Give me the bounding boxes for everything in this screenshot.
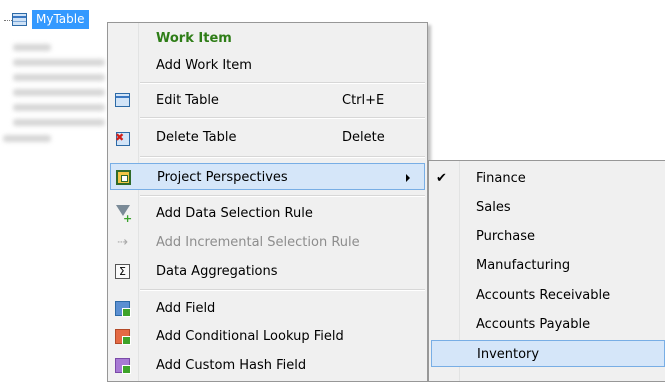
tree-node-blurred[interactable] [13,44,51,51]
submenu-item-sales[interactable]: Sales [431,194,665,221]
perspectives-submenu: ✔ Finance Sales Purchase Manufacturing A… [428,160,665,382]
incremental-rule-icon: ⇢ [117,235,128,250]
check-icon: ✔ [436,171,447,186]
menu-separator [140,289,425,291]
filter-add-icon [116,205,132,225]
tree-node-mytable[interactable]: MyTable [32,10,89,29]
perspectives-icon [116,170,131,185]
menu-item-label: Delete Table [156,130,237,145]
menu-item-add-conditional-lookup-field[interactable]: Add Conditional Lookup Field [110,323,425,350]
menu-item-label: Data Aggregations [156,264,278,279]
tree-node-blurred[interactable] [13,119,105,126]
menu-separator [140,156,425,158]
menu-item-add-data-selection-rule[interactable]: Add Data Selection Rule [110,200,425,227]
submenu-item-purchase[interactable]: Purchase [431,223,665,250]
tree-node-blurred[interactable] [13,89,105,96]
menu-item-data-aggregations[interactable]: Σ Data Aggregations [110,258,425,285]
menu-item-shortcut: Ctrl+E [342,93,385,108]
table-icon [115,93,130,107]
add-field-icon [115,301,131,317]
submenu-arrow-icon [406,174,410,182]
add-hash-field-icon [115,358,131,374]
tree-view: MyTable [0,0,120,200]
delete-table-icon [115,131,130,146]
submenu-item-accounts-receivable[interactable]: Accounts Receivable [431,282,665,309]
menu-item-label: Add Data Selection Rule [156,206,313,221]
menu-item-shortcut: Delete [342,130,385,145]
menu-separator [140,195,425,197]
menu-item-label: Add Incremental Selection Rule [156,235,360,250]
menu-item-add-work-item[interactable]: Add Work Item [110,52,425,79]
menu-item-label: Add Work Item [156,58,252,73]
submenu-item-label: Sales [476,200,511,215]
menu-separator [140,82,425,84]
menu-item-edit-table[interactable]: Edit Table Ctrl+E [110,87,425,114]
submenu-item-label: Manufacturing [476,258,571,273]
menu-item-add-incremental-selection-rule[interactable]: ⇢ Add Incremental Selection Rule [110,229,425,256]
menu-item-label: Edit Table [156,93,219,108]
tree-node-blurred[interactable] [13,74,105,81]
menu-item-add-custom-hash-field[interactable]: Add Custom Hash Field [110,352,425,379]
submenu-item-label: Accounts Payable [476,317,591,332]
menu-header-label: Work Item [156,31,232,46]
submenu-item-finance[interactable]: ✔ Finance [431,165,665,192]
table-icon [12,13,27,26]
submenu-item-inventory[interactable]: Inventory [431,340,665,367]
submenu-item-accounts-payable[interactable]: Accounts Payable [431,311,665,338]
menu-item-project-perspectives[interactable]: Project Perspectives [110,163,425,190]
submenu-item-label: Accounts Receivable [476,288,611,303]
add-lookup-field-icon [115,329,131,345]
menu-header-work-item: Work Item [110,25,425,52]
submenu-item-label: Inventory [477,347,540,362]
submenu-item-label: Purchase [476,229,536,244]
menu-item-delete-table[interactable]: Delete Table Delete [110,124,425,151]
context-menu: Work Item Add Work Item Edit Table Ctrl+… [107,22,428,382]
tree-node-blurred[interactable] [3,135,51,142]
menu-separator [140,117,425,119]
submenu-item-label: Finance [476,171,526,186]
menu-item-label: Add Custom Hash Field [156,358,307,373]
menu-item-label: Add Field [156,301,216,316]
menu-item-label: Add Conditional Lookup Field [156,329,344,344]
tree-node-blurred[interactable] [13,104,105,111]
submenu-item-manufacturing[interactable]: Manufacturing [431,252,665,279]
sigma-icon: Σ [115,264,130,279]
menu-item-add-field[interactable]: Add Field [110,295,425,322]
tree-node-blurred[interactable] [13,59,105,66]
menu-item-label: Project Perspectives [157,170,288,185]
